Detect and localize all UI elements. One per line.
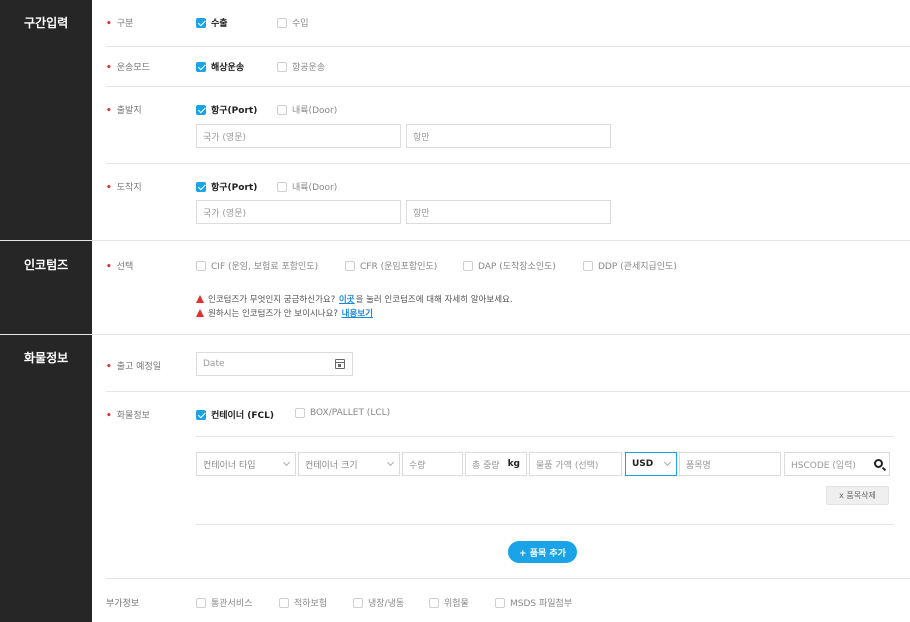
destination-port-input[interactable]: 항만 [406,200,611,224]
incoterm-dap-checkbox[interactable]: DAP (도착장소인도) [463,259,556,272]
hscode-input[interactable]: HSCODE (입력) [784,452,890,476]
container-size-select[interactable]: 컨테이너 크기 [298,452,400,476]
ship-date-label: • 출고 예정일 [106,362,162,372]
container-type-select[interactable]: 컨테이너 타입 [196,452,296,476]
chevron-down-icon [282,458,291,467]
calendar-icon[interactable] [335,359,345,369]
section-title-cargo: 화물정보 [24,351,69,365]
check-icon [196,61,206,72]
type-label: • 구분 [106,19,134,29]
sidebar: 구간입력 인코텀즈 화물정보 [0,0,92,622]
divider [106,86,910,87]
incoterm-cfr-checkbox[interactable]: CFR (운임포함인도) [345,259,437,272]
divider [196,524,894,525]
delete-item-button[interactable]: x 품목삭제 [826,486,889,505]
msds-attach-checkbox[interactable]: MSDS 파일첨부 [495,596,572,609]
section-title-incoterms: 인코텀즈 [24,258,69,272]
weight-unit: kg [507,459,520,469]
incoterms-info-link[interactable]: 이곳 [339,293,355,305]
incoterm-ddp-checkbox[interactable]: DDP (관세지급인도) [583,259,677,272]
origin-country-input[interactable]: 국가 (영문) [196,124,401,148]
check-icon [196,104,206,115]
divider [106,163,910,164]
destination-country-input[interactable]: 국가 (영문) [196,200,401,224]
cargo-insurance-checkbox[interactable]: 적하보험 [279,596,327,609]
check-icon [196,409,206,420]
add-item-button[interactable]: + 품목 추가 [508,541,577,563]
warning-icon [196,295,204,303]
destination-label: • 도착지 [106,183,142,193]
export-checkbox[interactable]: 수출 [196,16,228,29]
chevron-down-icon [663,458,672,467]
import-checkbox[interactable]: 수입 [277,16,309,29]
box-pallet-lcl-checkbox[interactable]: BOX/PALLET (LCL) [295,408,390,418]
check-icon [196,181,206,192]
section-title-route: 구간입력 [24,16,69,30]
currency-select[interactable]: USD [625,452,677,476]
extra-info-label: 부가정보 [106,599,140,609]
customs-service-checkbox[interactable]: 통관서비스 [196,596,252,609]
dangerous-goods-checkbox[interactable]: 위험물 [429,596,469,609]
destination-port-checkbox[interactable]: 항구(Port) [196,180,257,193]
total-weight-input[interactable]: 총 중량 kg [465,452,527,476]
refrigerated-checkbox[interactable]: 냉장/냉동 [353,596,404,609]
ship-date-input[interactable]: Date [196,352,353,376]
container-fcl-checkbox[interactable]: 컨테이너 (FCL) [196,408,274,421]
origin-label: • 출발지 [106,106,142,116]
search-icon[interactable] [874,459,883,468]
divider [106,578,910,579]
view-details-link[interactable]: 내용보기 [342,307,373,319]
chevron-down-icon [386,458,395,467]
divider [106,391,910,392]
quote-form-page: 구간입력 인코텀즈 화물정보 • 구분 수출 수입 • 운송모드 해상운송 항공운송… [0,0,910,622]
item-name-input[interactable]: 품목명 [679,452,781,476]
incoterms-help-notice: 인코텀즈가 무엇인지 궁금하신가요? 이곳 을 눌러 인코텀즈에 대해 자세히 알… [196,293,513,305]
incoterms-missing-notice: 원하시는 인코텀즈가 안 보이시나요? 내용보기 [196,307,374,319]
origin-port-checkbox[interactable]: 항구(Port) [196,103,257,116]
origin-door-checkbox[interactable]: 내륙(Door) [277,103,337,116]
section-divider [0,334,910,335]
sea-freight-checkbox[interactable]: 해상운송 [196,60,244,73]
origin-port-input[interactable]: 항만 [406,124,611,148]
destination-door-checkbox[interactable]: 내륙(Door) [277,180,337,193]
mode-label: • 운송모드 [106,63,150,73]
check-icon [196,17,206,28]
quantity-input[interactable]: 수량 [402,452,463,476]
air-freight-checkbox[interactable]: 항공운송 [277,60,325,73]
divider [106,46,910,47]
item-value-input[interactable]: 물품 가액 (선택) [529,452,622,476]
warning-icon [196,309,204,317]
divider [196,436,894,437]
section-divider [0,240,910,241]
incoterms-label: • 선택 [106,262,134,272]
incoterm-cif-checkbox[interactable]: CIF (운임, 보험료 포함인도) [196,259,318,272]
cargo-info-label: • 화물정보 [106,411,150,421]
